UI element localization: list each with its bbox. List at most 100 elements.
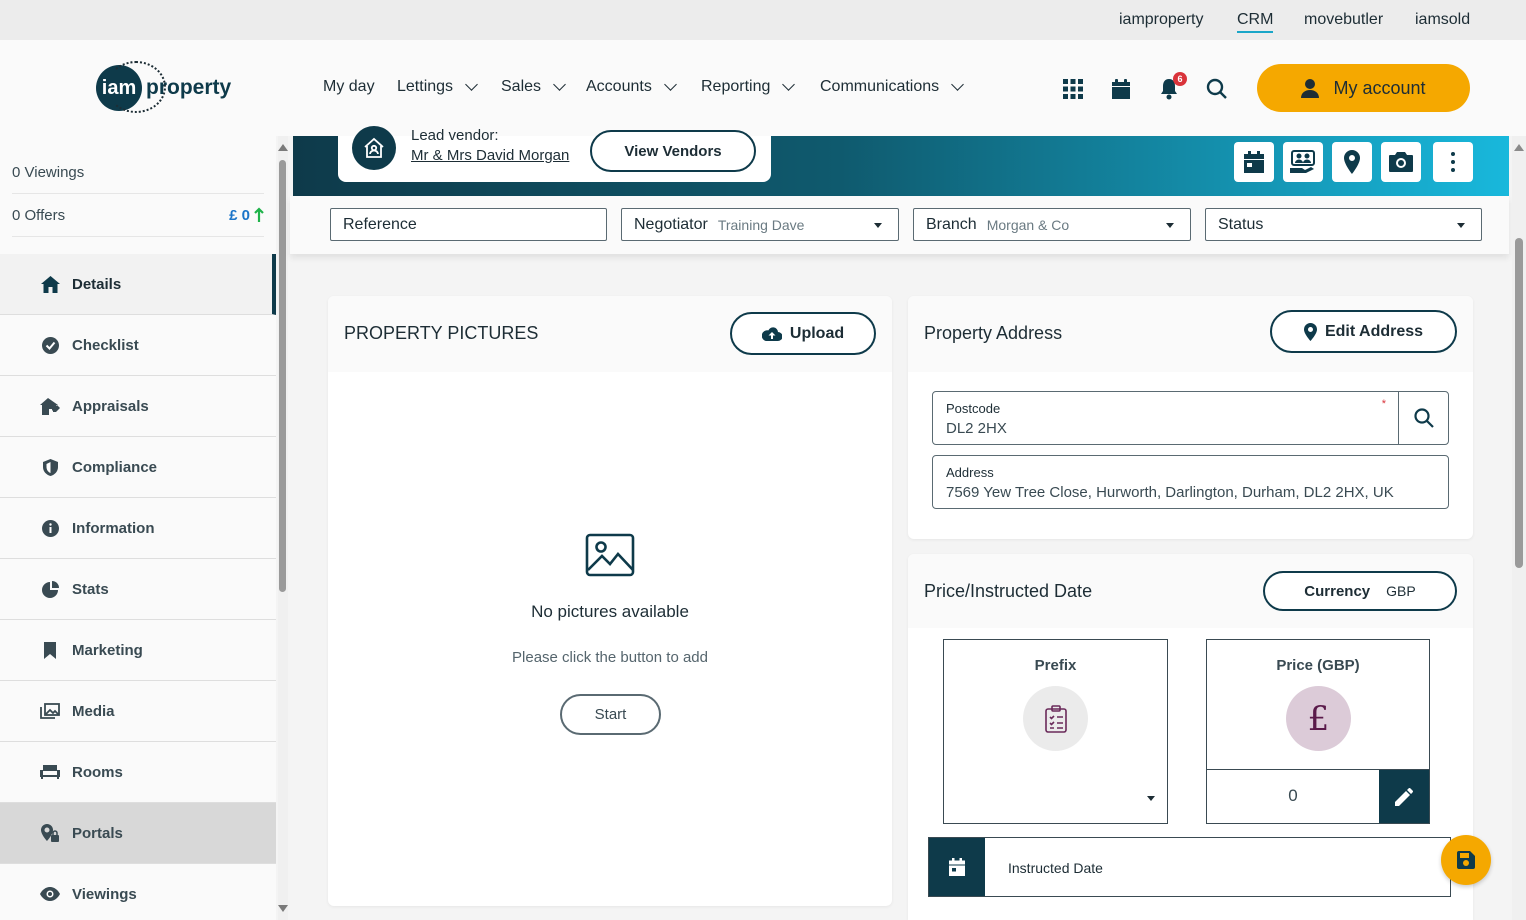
main-scrollbar[interactable] [1512, 136, 1526, 920]
prefix-select[interactable]: Prefix [943, 639, 1168, 824]
search-icon[interactable] [1205, 77, 1229, 101]
sidebar-item-label: Stats [72, 580, 109, 598]
link-movebutler[interactable]: movebutler [1304, 11, 1383, 29]
edit-address-button[interactable]: Edit Address [1270, 310, 1457, 353]
sidebar-item-label: Portals [72, 824, 123, 842]
nav-label: My day [323, 78, 375, 95]
map-pin-icon[interactable] [1332, 142, 1372, 182]
price-input[interactable]: 0 [1207, 769, 1429, 823]
sidebar-item-appraisals[interactable]: Appraisals [0, 376, 276, 437]
chevron-down-icon [951, 78, 965, 91]
sidebar-item-viewings[interactable]: Viewings [0, 864, 276, 920]
currency-value: GBP [1386, 583, 1416, 599]
currency-button[interactable]: Currency GBP [1263, 571, 1457, 611]
link-iamproperty[interactable]: iamproperty [1119, 11, 1203, 29]
lead-vendor-name-link[interactable]: Mr & Mrs David Morgan [411, 147, 569, 164]
caret-down-icon [1147, 796, 1155, 801]
people-icon[interactable] [1283, 142, 1323, 182]
caret-down-icon [1457, 223, 1465, 228]
required-mark: * [1381, 398, 1386, 410]
scroll-thumb[interactable] [279, 160, 286, 592]
scroll-down-arrow[interactable] [278, 905, 288, 912]
sidebar-item-marketing[interactable]: Marketing [0, 620, 276, 681]
sidebar-scrollbar[interactable] [278, 136, 288, 920]
price-instructed-title: Price/Instructed Date [924, 581, 1093, 601]
logo[interactable]: iam property [96, 61, 231, 113]
postcode-field[interactable]: Postcode DL2 2HX * [932, 391, 1449, 445]
bookmark-icon [40, 640, 60, 660]
sidebar-item-portals[interactable]: Portals [0, 803, 276, 864]
price-value: 0 [1288, 786, 1298, 805]
notification-badge: 6 [1173, 72, 1187, 86]
sidebar-item-label: Rooms [72, 763, 123, 781]
sidebar-item-information[interactable]: Information [0, 498, 276, 559]
my-account-button[interactable]: My account [1257, 64, 1470, 112]
sidebar-item-compliance[interactable]: Compliance [0, 437, 276, 498]
side-menu: Details Checklist Appraisals Compliance … [0, 254, 276, 920]
status-label: Status [1218, 215, 1264, 233]
offers-stat-value: £ 0 [229, 207, 264, 224]
sidebar: 0 Viewings 0 Offers £ 0 Details Checklis… [0, 136, 276, 920]
eye-icon [40, 884, 60, 904]
link-iamsold[interactable]: iamsold [1415, 11, 1470, 29]
chevron-down-icon [663, 78, 677, 91]
caret-down-icon [1166, 223, 1174, 228]
nav-label: Communications [820, 78, 940, 95]
scroll-up-arrow[interactable] [1514, 144, 1524, 151]
more-vertical-icon[interactable] [1433, 142, 1473, 182]
sidebar-item-label: Viewings [72, 885, 137, 903]
branch-select[interactable]: Branch Morgan & Co [913, 208, 1191, 241]
price-instructed-card: Price/Instructed Date Currency GBP Prefi… [908, 554, 1473, 920]
calendar-icon[interactable] [1234, 142, 1274, 182]
nav-accounts[interactable]: Accounts [586, 78, 677, 96]
viewings-stat: 0 Viewings [12, 151, 264, 194]
negotiator-value: Training Dave [717, 216, 805, 233]
address-field[interactable]: Address 7569 Yew Tree Close, Hurworth, D… [932, 455, 1449, 509]
calendar-icon[interactable] [929, 838, 985, 896]
chevron-down-icon [553, 78, 566, 91]
property-address-card: Property Address Edit Address Postcode D… [908, 296, 1473, 539]
sidebar-item-stats[interactable]: Stats [0, 559, 276, 620]
nav-my-day[interactable]: My day [323, 78, 375, 96]
upload-button[interactable]: Upload [730, 312, 876, 355]
start-button[interactable]: Start [560, 694, 661, 735]
reference-label: Reference [343, 215, 417, 233]
scroll-thumb[interactable] [1515, 238, 1523, 568]
sidebar-item-details[interactable]: Details [0, 254, 276, 315]
top-utility-bar: iamproperty CRM movebutler iamsold [0, 0, 1526, 40]
no-pictures-title: No pictures available [531, 602, 689, 621]
link-crm[interactable]: CRM [1237, 11, 1274, 33]
view-vendors-button[interactable]: View Vendors [590, 130, 756, 172]
sidebar-item-label: Media [72, 702, 115, 720]
images-icon [40, 701, 60, 721]
chevron-down-icon [782, 78, 796, 91]
postcode-search-button[interactable] [1398, 392, 1448, 444]
sidebar-item-rooms[interactable]: Rooms [0, 742, 276, 803]
grid-icon[interactable] [1061, 77, 1085, 101]
address-value: 7569 Yew Tree Close, Hurworth, Darlingto… [946, 484, 1394, 501]
instructed-date-field[interactable]: Instructed Date [928, 837, 1451, 897]
scroll-up-arrow[interactable] [278, 144, 288, 151]
nav-lettings[interactable]: Lettings [397, 78, 478, 96]
negotiator-select[interactable]: Negotiator Training Dave [621, 208, 899, 241]
instructed-date-label: Instructed Date [1008, 860, 1103, 876]
currency-label: Currency [1304, 582, 1371, 600]
sidebar-item-checklist[interactable]: Checklist [0, 315, 276, 376]
logo-ring [106, 61, 166, 113]
edit-price-button[interactable] [1379, 770, 1429, 823]
camera-icon[interactable] [1381, 142, 1421, 182]
status-select[interactable]: Status [1205, 208, 1482, 241]
bell-icon[interactable]: 6 [1157, 72, 1187, 101]
vendor-house-icon [352, 126, 396, 170]
image-placeholder-icon [585, 533, 635, 577]
calendar-icon[interactable] [1109, 77, 1133, 101]
nav-reporting[interactable]: Reporting [701, 78, 796, 96]
nav-communications[interactable]: Communications [820, 78, 965, 96]
shield-icon [40, 457, 60, 477]
pie-chart-icon [40, 579, 60, 599]
reference-field[interactable]: Reference [330, 208, 607, 241]
save-button[interactable] [1441, 835, 1491, 885]
offers-value: £ 0 [229, 206, 250, 224]
nav-sales[interactable]: Sales [501, 78, 566, 96]
sidebar-item-media[interactable]: Media [0, 681, 276, 742]
